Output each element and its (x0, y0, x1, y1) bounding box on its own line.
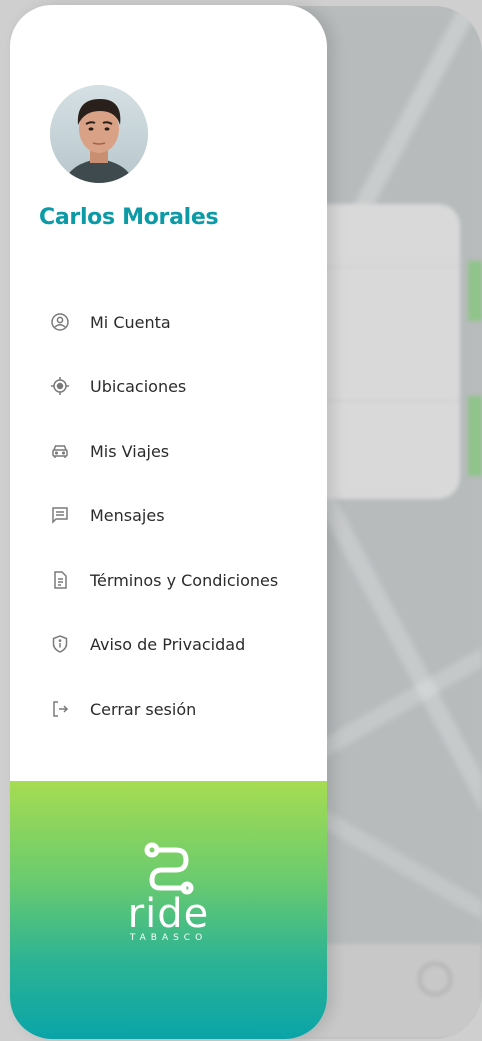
menu-item-mi-cuenta[interactable]: Mi Cuenta (48, 307, 171, 337)
menu-item-mensajes[interactable]: Mensajes (48, 500, 165, 530)
brand-footer: ride TABASCO (10, 781, 327, 1039)
menu-item-terminos[interactable]: Términos y Condiciones (48, 565, 278, 595)
menu-item-cerrar-sesion[interactable]: Cerrar sesión (48, 694, 196, 724)
brand-subtitle: TABASCO (129, 933, 208, 943)
profile-icon (418, 962, 452, 996)
logout-icon (48, 697, 72, 721)
menu-item-label: Ubicaciones (90, 376, 187, 396)
menu-item-label: Términos y Condiciones (90, 570, 279, 590)
menu-item-label: Mis Viajes (90, 441, 170, 461)
message-icon (48, 503, 72, 527)
menu-item-label: Mensajes (90, 505, 165, 525)
menu-item-ubicaciones[interactable]: Ubicaciones (48, 371, 186, 401)
info-shield-icon (48, 632, 72, 656)
menu-item-label: Mi Cuenta (90, 312, 171, 332)
route-strip (468, 261, 482, 321)
location-target-icon (48, 374, 72, 398)
side-drawer: Carlos Morales Mi Cuenta Ubicaciones Mis… (10, 5, 327, 1039)
avatar[interactable] (50, 85, 148, 183)
avatar-image (50, 85, 148, 183)
menu-item-mis-viajes[interactable]: Mis Viajes (48, 436, 169, 466)
car-icon (48, 439, 72, 463)
menu-item-label: Aviso de Privacidad (90, 634, 246, 654)
user-name: Carlos Morales (39, 205, 219, 230)
document-icon (48, 568, 72, 592)
user-circle-icon (48, 310, 72, 334)
menu-item-label: Cerrar sesión (90, 699, 197, 719)
menu-item-aviso-privacidad[interactable]: Aviso de Privacidad (48, 629, 245, 659)
route-strip (468, 396, 482, 476)
brand-wordmark: ride (127, 891, 210, 937)
